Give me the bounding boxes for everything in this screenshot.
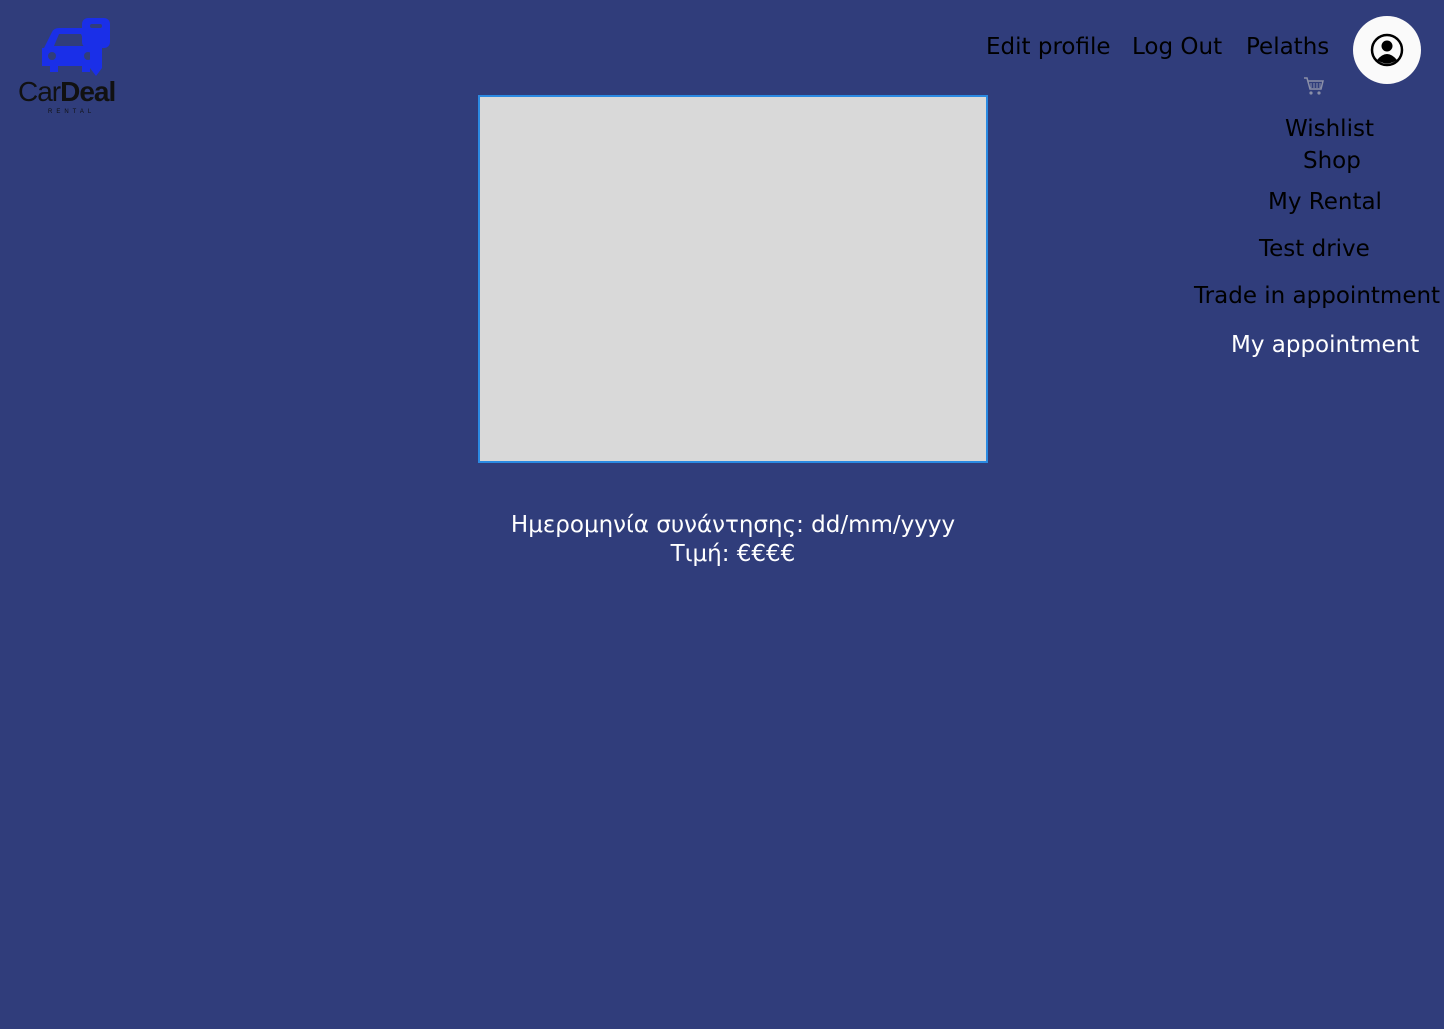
trade-in-appointment-link[interactable]: Trade in appointment bbox=[1194, 283, 1440, 309]
user-name-label[interactable]: Pelaths bbox=[1246, 34, 1329, 60]
brand-tagline: RENTAL bbox=[48, 109, 96, 115]
shop-link[interactable]: Shop bbox=[1303, 148, 1361, 174]
my-appointment-link[interactable]: My appointment bbox=[1231, 332, 1419, 358]
edit-profile-link[interactable]: Edit profile bbox=[986, 34, 1111, 60]
log-out-link[interactable]: Log Out bbox=[1132, 34, 1222, 60]
brand-name-part2: Deal bbox=[60, 76, 116, 107]
appointment-price: Τιμή: €€€€ bbox=[670, 541, 796, 567]
brand-name-part1: Car bbox=[18, 76, 61, 107]
wishlist-link[interactable]: Wishlist bbox=[1285, 116, 1374, 142]
my-rental-link[interactable]: My Rental bbox=[1268, 189, 1382, 215]
appointment-date: Ημερομηνία συνάντησης: dd/mm/yyyy bbox=[510, 512, 956, 538]
profile-avatar-button[interactable] bbox=[1353, 16, 1421, 84]
brand-logo[interactable]: CarDeal RENTAL bbox=[18, 18, 138, 118]
car-image-placeholder bbox=[478, 95, 988, 463]
car-key-logo-icon bbox=[42, 18, 110, 76]
brand-name: CarDeal bbox=[18, 76, 116, 108]
user-circle-icon bbox=[1370, 33, 1404, 67]
shopping-cart-icon[interactable] bbox=[1302, 74, 1326, 98]
test-drive-link[interactable]: Test drive bbox=[1259, 236, 1370, 262]
